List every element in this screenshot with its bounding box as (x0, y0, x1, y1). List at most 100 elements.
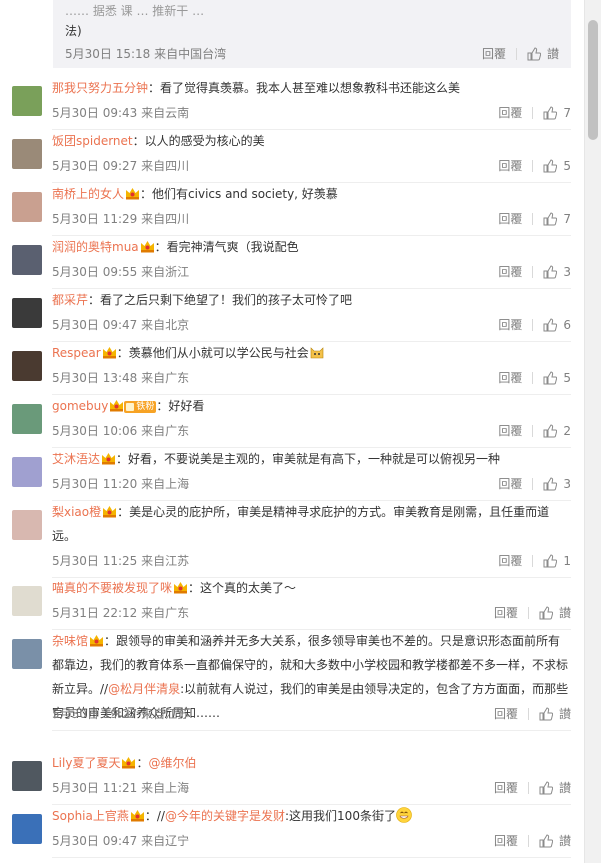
reply-button[interactable]: 回覆 (498, 370, 522, 386)
comment-meta: 5月30日 19:27 来自江苏 (52, 707, 190, 721)
avatar[interactable] (12, 139, 42, 169)
reply-button[interactable]: 回覆 (498, 211, 522, 227)
like-label: 讃 (546, 47, 559, 61)
separator: ： (136, 756, 149, 770)
like-button[interactable]: 讃 (527, 45, 559, 62)
like-button[interactable]: 2 (543, 423, 571, 439)
avatar[interactable] (12, 586, 42, 616)
divider (527, 607, 529, 619)
like-button[interactable]: 1 (543, 553, 571, 569)
vip-crown-icon (122, 757, 136, 769)
reply-button[interactable]: 回覆 (498, 105, 522, 121)
reply-button[interactable]: 回覆 (498, 158, 522, 174)
reply-button[interactable]: 回覆 (482, 45, 506, 62)
comment-meta: 5月30日 09:55 来自浙江 (52, 265, 190, 279)
avatar[interactable] (12, 86, 42, 116)
like-button[interactable]: 讃 (539, 833, 571, 849)
thumbs-up-icon (543, 212, 558, 226)
cat-emoji-icon (310, 347, 324, 359)
thumbs-up-icon (543, 318, 558, 332)
comment-body-continued: :这用我们100条街了 (285, 809, 396, 823)
user-name-link[interactable]: 梨xiao橙 (52, 505, 101, 519)
scrollbar[interactable] (584, 0, 601, 863)
thumbs-up-icon (543, 554, 558, 568)
like-button[interactable]: 3 (543, 476, 571, 492)
comment-body: 这个真的太美了～ (200, 581, 297, 595)
avatar[interactable] (12, 404, 42, 434)
like-button[interactable]: 5 (543, 158, 571, 174)
avatar[interactable] (12, 761, 42, 791)
quote-meta: 5月30日 15:18 来自中国台湾 (65, 47, 227, 61)
user-name-link[interactable]: 南桥上的女人 (52, 187, 124, 201)
thumbs-up-icon (543, 265, 558, 279)
comment-actions: 回覆 7 (498, 105, 571, 121)
like-button[interactable]: 3 (543, 264, 571, 280)
avatar[interactable] (12, 639, 42, 669)
grin-emoji-icon (396, 807, 412, 823)
avatar[interactable] (12, 510, 42, 540)
mention-link[interactable]: @今年的关键字是发财 (165, 809, 285, 823)
user-name-link[interactable]: 艾沐浯达 (52, 452, 100, 466)
like-button[interactable]: 6 (543, 317, 571, 333)
reply-button[interactable]: 回覆 (494, 605, 518, 621)
like-count: 7 (563, 212, 571, 226)
thumbs-up-icon (539, 834, 553, 848)
divider (532, 555, 534, 567)
comment-meta: 5月30日 09:27 来自四川 (52, 159, 190, 173)
comment-text: gomebuy 铁粉 ：好好看 (52, 394, 571, 418)
like-button[interactable]: 5 (543, 370, 571, 386)
reply-button[interactable]: 回覆 (498, 553, 522, 569)
user-name-link[interactable]: 饭团spidernet (52, 134, 133, 148)
comment-text: 那我只努力五分钟：看了觉得真羡慕。我本人甚至难以想象教科书还能这么美 (52, 76, 571, 100)
reply-button[interactable]: 回覆 (498, 476, 522, 492)
user-name-link[interactable]: 润润的奥特mua (52, 240, 139, 254)
user-name-link[interactable]: 杂味馆 (52, 634, 88, 648)
user-name-link[interactable]: Lily夏了夏天 (52, 756, 120, 770)
like-button[interactable]: 讃 (539, 780, 571, 796)
avatar[interactable] (12, 298, 42, 328)
user-name-link[interactable]: 都采芹 (52, 293, 88, 307)
divider (527, 835, 529, 847)
user-name-link[interactable]: Respear (52, 346, 101, 360)
mention-link[interactable]: @维尔伯 (148, 756, 196, 770)
avatar[interactable] (12, 192, 42, 222)
quoted-comment: …… 据悉 课 … 推新干 … 法) 5月30日 15:18 来自中国台湾 回覆… (53, 0, 571, 68)
user-name-link[interactable]: gomebuy (52, 399, 108, 413)
avatar[interactable] (12, 457, 42, 487)
comment-text: 饭团spidernet：以人的感受为核心的美 (52, 129, 571, 153)
divider (532, 266, 534, 278)
comment-actions: 回覆 5 (498, 370, 571, 386)
separator: ： (117, 505, 130, 519)
avatar[interactable] (12, 351, 42, 381)
comment-actions: 回覆 讃 (494, 706, 571, 722)
reply-button[interactable]: 回覆 (498, 317, 522, 333)
like-button[interactable]: 7 (543, 105, 571, 121)
reply-button[interactable]: 回覆 (494, 833, 518, 849)
comment-text: Respear ：羡慕他们从小就可以学公民与社会 (52, 341, 571, 365)
like-button[interactable]: 讃 (539, 706, 571, 722)
like-count: 讃 (558, 707, 571, 721)
like-count: 2 (563, 424, 571, 438)
like-button[interactable]: 讃 (539, 605, 571, 621)
scrollbar-thumb[interactable] (588, 20, 598, 140)
reply-button[interactable]: 回覆 (494, 706, 518, 722)
separator: ： (116, 452, 129, 466)
comment-text: 梨xiao橙 ：美是心灵的庇护所，审美是精神寻求庇护的方式。审美教育是刚需，且任重… (52, 500, 571, 548)
divider (515, 47, 517, 60)
reply-button[interactable]: 回覆 (498, 264, 522, 280)
like-button[interactable]: 7 (543, 211, 571, 227)
comment-body: 羡慕他们从小就可以学公民与社会 (128, 346, 309, 360)
mention-link[interactable]: @松月伴清泉 (108, 682, 180, 696)
user-name-link[interactable]: 那我只努力五分钟 (52, 81, 148, 95)
reply-button[interactable]: 回覆 (498, 423, 522, 439)
comment-meta: 5月30日 09:47 来自辽宁 (52, 834, 190, 848)
reply-button[interactable]: 回覆 (494, 780, 518, 796)
comment-body: 看完神清气爽（我说配色 (166, 240, 299, 254)
comment-text: Lily夏了夏天 ：@维尔伯 (52, 751, 571, 775)
avatar[interactable] (12, 814, 42, 844)
user-name-link[interactable]: Sophia上官燕 (52, 809, 129, 823)
vip-crown-icon (130, 810, 144, 822)
user-name-link[interactable]: 喵真的不要被发现了咪 (52, 581, 172, 595)
like-count: 5 (563, 159, 571, 173)
avatar[interactable] (12, 245, 42, 275)
